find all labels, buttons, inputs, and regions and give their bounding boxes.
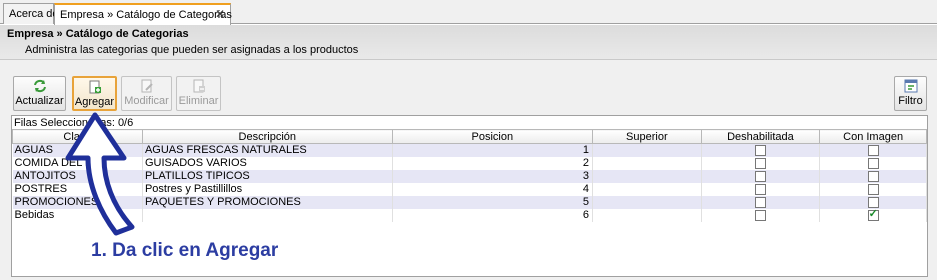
- cell-clave: COMIDA DEL DIA: [12, 156, 143, 170]
- table-header-row: Clave Descripción Posicion Superior Desh…: [12, 129, 927, 144]
- cell-deshabilitada: [701, 182, 821, 196]
- column-header[interactable]: Con Imagen: [819, 129, 927, 144]
- con_imagen-checkbox[interactable]: [867, 209, 879, 221]
- cell-clave: AGUAS: [12, 143, 143, 157]
- refresh-icon: [14, 77, 65, 94]
- cell-con_imagen: [819, 169, 927, 183]
- cell-deshabilitada: [701, 169, 821, 183]
- tab-catalogo-categorias[interactable]: Empresa » Catálogo de Categorias ✕: [54, 3, 232, 25]
- page-header: Empresa » Catálogo de Categorias Adminis…: [0, 25, 937, 60]
- cell-descripcion: PAQUETES Y PROMOCIONES: [142, 195, 393, 209]
- cell-posicion: 4: [392, 182, 594, 196]
- modificar-label: Modificar: [124, 95, 169, 107]
- cell-posicion: 5: [392, 195, 594, 209]
- agregar-button[interactable]: Agregar: [72, 76, 117, 111]
- tab-label: Empresa » Catálogo de Categorias: [60, 9, 232, 21]
- tab-acerca-de[interactable]: Acerca de: [3, 3, 59, 24]
- deshabilitada-checkbox[interactable]: [754, 157, 766, 169]
- cell-con_imagen: [819, 156, 927, 170]
- cell-clave: PROMOCIONES: [12, 195, 143, 209]
- column-header[interactable]: Descripción: [141, 129, 393, 144]
- column-header[interactable]: Clave: [12, 129, 143, 144]
- table-row[interactable]: PROMOCIONES PAQUETES Y PROMOCIONES 5: [12, 195, 927, 209]
- tutorial-instruction: 1. Da clic en Agregar: [91, 240, 279, 261]
- con_imagen-checkbox[interactable]: [867, 170, 879, 182]
- deshabilitada-checkbox[interactable]: [754, 144, 766, 156]
- cell-posicion: 6: [392, 208, 594, 222]
- actualizar-button[interactable]: Actualizar: [13, 76, 66, 111]
- column-header[interactable]: Superior: [592, 129, 702, 144]
- table-row[interactable]: Bebidas 6: [12, 208, 927, 222]
- table-row[interactable]: COMIDA DEL DIA GUISADOS VARIOS 2: [12, 156, 927, 170]
- cell-con_imagen: [819, 143, 927, 157]
- table-row[interactable]: POSTRES Postres y Pastillillos 4: [12, 182, 927, 196]
- eliminar-button[interactable]: Eliminar: [176, 76, 221, 111]
- cell-superior: [592, 195, 702, 209]
- filter-icon: [895, 77, 926, 94]
- con_imagen-checkbox[interactable]: [867, 157, 879, 169]
- cell-superior: [592, 208, 702, 222]
- cell-superior: [592, 156, 702, 170]
- tab-bar: Acerca de Empresa » Catálogo de Categori…: [0, 0, 937, 25]
- deshabilitada-checkbox[interactable]: [754, 196, 766, 208]
- cell-con_imagen: [819, 208, 927, 222]
- selected-rows-status: Filas Seleccionadas: 0/6: [14, 117, 134, 129]
- column-header[interactable]: Deshabilitada: [700, 129, 821, 144]
- cell-clave: Bebidas: [12, 208, 143, 222]
- close-icon[interactable]: ✕: [215, 7, 225, 21]
- deshabilitada-checkbox[interactable]: [754, 209, 766, 221]
- cell-con_imagen: [819, 182, 927, 196]
- cell-deshabilitada: [701, 156, 821, 170]
- cell-superior: [592, 143, 702, 157]
- add-document-icon: [74, 78, 115, 95]
- cell-descripcion: Postres y Pastillillos: [142, 182, 393, 196]
- cell-deshabilitada: [701, 195, 821, 209]
- cell-descripcion: GUISADOS VARIOS: [142, 156, 393, 170]
- deshabilitada-checkbox[interactable]: [754, 170, 766, 182]
- cell-posicion: 3: [392, 169, 594, 183]
- column-header[interactable]: Posicion: [391, 129, 594, 144]
- agregar-label: Agregar: [74, 96, 115, 108]
- page-subtitle: Administra las categorias que pueden ser…: [25, 44, 359, 56]
- cell-posicion: 1: [392, 143, 594, 157]
- cell-clave: ANTOJITOS: [12, 169, 143, 183]
- cell-descripcion: PLATILLOS TIPICOS: [142, 169, 393, 183]
- actualizar-label: Actualizar: [15, 95, 64, 107]
- cell-posicion: 2: [392, 156, 594, 170]
- cell-superior: [592, 182, 702, 196]
- filtro-button[interactable]: Filtro: [894, 76, 927, 111]
- cell-superior: [592, 169, 702, 183]
- cell-deshabilitada: [701, 143, 821, 157]
- cell-descripcion: AGUAS FRESCAS NATURALES: [142, 143, 393, 157]
- con_imagen-checkbox[interactable]: [867, 196, 879, 208]
- eliminar-label: Eliminar: [178, 95, 219, 107]
- table-row[interactable]: ANTOJITOS PLATILLOS TIPICOS 3: [12, 169, 927, 183]
- deshabilitada-checkbox[interactable]: [754, 183, 766, 195]
- con_imagen-checkbox[interactable]: [867, 144, 879, 156]
- categories-table: Clave Descripción Posicion Superior Desh…: [12, 129, 927, 222]
- con_imagen-checkbox[interactable]: [867, 183, 879, 195]
- delete-document-icon: [177, 77, 220, 94]
- table-row[interactable]: AGUAS AGUAS FRESCAS NATURALES 1: [12, 143, 927, 157]
- cell-clave: POSTRES: [12, 182, 143, 196]
- filtro-label: Filtro: [898, 95, 923, 107]
- cell-deshabilitada: [701, 208, 821, 222]
- modificar-button[interactable]: Modificar: [121, 76, 172, 111]
- cell-con_imagen: [819, 195, 927, 209]
- page-title: Empresa » Catálogo de Categorias: [7, 28, 189, 40]
- tab-label: Acerca de: [9, 8, 59, 20]
- edit-document-icon: [122, 77, 171, 94]
- cell-descripcion: [142, 208, 393, 222]
